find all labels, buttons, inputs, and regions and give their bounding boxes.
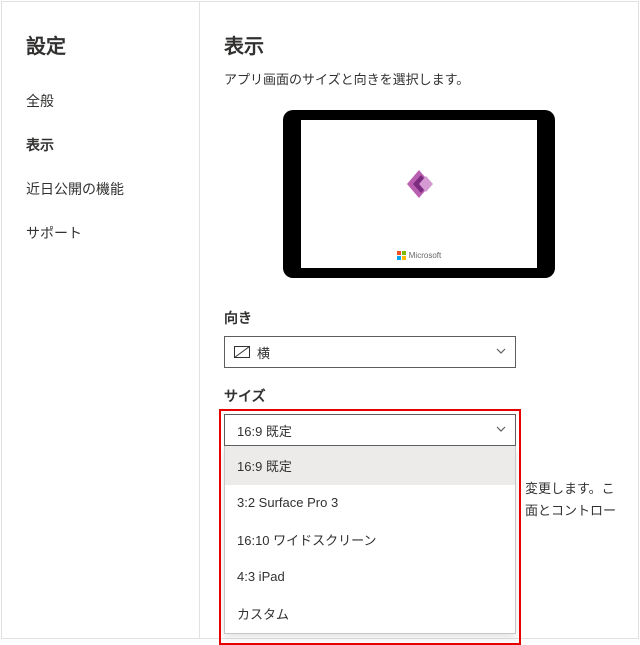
tablet-screen: Microsoft (301, 120, 537, 268)
size-value: 16:9 既定 (233, 421, 495, 440)
chevron-down-icon (495, 422, 507, 438)
page-title: 表示 (224, 30, 614, 59)
microsoft-brand: Microsoft (397, 251, 441, 260)
size-option-custom[interactable]: カスタム (225, 594, 515, 633)
size-option-16-9[interactable]: 16:9 既定 (225, 446, 515, 485)
microsoft-label: Microsoft (409, 251, 441, 260)
chevron-down-icon (495, 344, 507, 360)
page-description: アプリ画面のサイズと向きを選択します。 (224, 69, 614, 88)
sidebar-item-general[interactable]: 全般 (2, 79, 199, 123)
powerapps-logo-icon (399, 164, 439, 204)
main-panel: 表示 アプリ画面のサイズと向きを選択します。 Microsoft (200, 2, 638, 638)
size-dropdown[interactable]: 16:9 既定 (224, 414, 516, 446)
tablet-preview: Microsoft (283, 110, 555, 278)
orientation-value: 横 (257, 343, 495, 362)
sidebar-title: 設定 (2, 30, 199, 79)
size-dropdown-list: 16:9 既定 3:2 Surface Pro 3 16:10 ワイドスクリーン… (224, 446, 516, 634)
landscape-icon (233, 346, 251, 358)
microsoft-logo-icon (397, 251, 406, 260)
sidebar-item-support[interactable]: サポート (2, 211, 199, 255)
sidebar-item-upcoming[interactable]: 近日公開の機能 (2, 167, 199, 211)
orientation-dropdown[interactable]: 横 (224, 336, 516, 368)
size-option-3-2[interactable]: 3:2 Surface Pro 3 (225, 485, 515, 520)
orientation-label: 向き (224, 308, 614, 328)
size-option-4-3[interactable]: 4:3 iPad (225, 559, 515, 594)
size-field: サイズ 変更します。こ 面とコントロー 16:9 既定 16:9 既定 3:2 … (224, 386, 614, 634)
orientation-field: 向き 横 (224, 308, 614, 368)
size-option-16-10[interactable]: 16:10 ワイドスクリーン (225, 520, 515, 559)
settings-sidebar: 設定 全般 表示 近日公開の機能 サポート (2, 2, 200, 638)
sidebar-item-display[interactable]: 表示 (2, 123, 199, 167)
size-label: サイズ (224, 386, 614, 406)
